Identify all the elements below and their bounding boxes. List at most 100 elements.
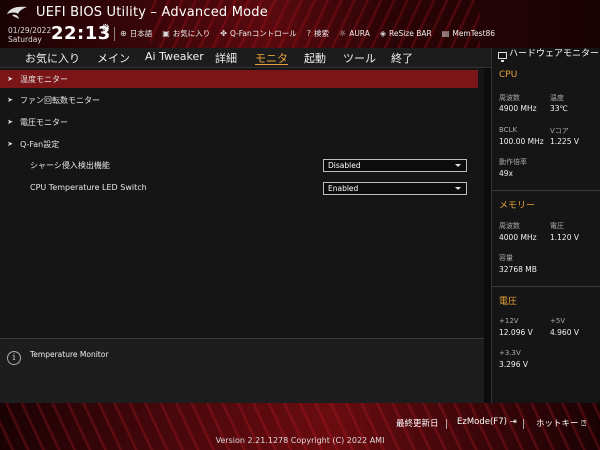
resize-bar-label: ReSize BAR — [389, 29, 432, 38]
v33-label: +3.3V — [499, 349, 521, 357]
tab-exit[interactable]: 終了 — [391, 50, 413, 66]
hotkeys-label: ホットキー — [536, 419, 579, 429]
memory-frequency-label: 周波数 — [499, 222, 520, 230]
memtest-icon: ▤ — [441, 29, 450, 38]
bclk-label: BCLK — [499, 126, 518, 134]
menu-item-voltage-monitor[interactable]: ➤ 電圧モニター — [0, 113, 478, 131]
header-divider — [114, 27, 115, 41]
footer-divider — [446, 419, 447, 429]
chevron-right-icon: ➤ — [7, 118, 13, 126]
resize-bar-icon: ◈ — [379, 29, 387, 38]
toolbar: ⊕ 日本語 ▣ お気に入り ✤ Q-Fanコントロール ? 検索 ☼ AURA … — [120, 28, 495, 39]
chevron-right-icon: ➤ — [7, 75, 13, 83]
menu-item-label: ファン回転数モニター — [20, 95, 100, 105]
hotkeys-button[interactable]: ホットキー ⍰ — [536, 417, 586, 429]
monitor-icon — [498, 52, 507, 62]
help-text: Temperature Monitor — [30, 350, 109, 359]
search-label: 検索 — [314, 29, 330, 38]
copyright-text: Version 2.21.1278 Copyright (C) 2022 AMI — [215, 436, 385, 445]
memory-frequency-value: 4000 MHz — [499, 233, 537, 242]
resize-bar-button[interactable]: ◈ ReSize BAR — [380, 28, 432, 39]
v5-label: +5V — [550, 317, 566, 325]
aura-label: AURA — [349, 29, 370, 38]
chevron-down-icon — [455, 187, 461, 190]
memtest-label: MemTest86 — [452, 29, 496, 38]
favorites-label: お気に入り — [172, 29, 211, 38]
chevron-down-icon — [455, 164, 461, 167]
last-modified-button[interactable]: 最終更新日 — [396, 417, 439, 429]
menu-item-qfan-config[interactable]: ➤ Q-Fan設定 — [0, 135, 478, 153]
memory-section-title: メモリー — [499, 201, 536, 211]
language-label: 日本語 — [129, 29, 153, 38]
chevron-right-icon: ➤ — [7, 140, 13, 148]
cpu-frequency-value: 4900 MHz — [499, 104, 537, 113]
ratio-label: 動作倍率 — [499, 158, 527, 166]
tab-monitor[interactable]: モニタ — [255, 50, 288, 66]
info-icon: i — [7, 351, 21, 365]
rog-logo-icon — [7, 6, 27, 19]
chassis-intrusion-select[interactable]: Disabled — [323, 159, 467, 172]
cpu-frequency-label: 周波数 — [499, 94, 520, 102]
aura-button[interactable]: ☼ AURA — [339, 28, 370, 39]
tab-tool[interactable]: ツール — [343, 50, 376, 66]
menu-item-label: 温度モニター — [20, 74, 68, 84]
memtest-button[interactable]: ▤ MemTest86 — [442, 28, 495, 39]
main-settings-panel: ➤ 温度モニター ➤ ファン回転数モニター ➤ 電圧モニター ➤ Q-Fan設定… — [0, 68, 484, 338]
menu-item-label: 電圧モニター — [20, 117, 68, 127]
fan-icon: ✤ — [220, 29, 227, 38]
cpu-temp-led-label: CPU Temperature LED Switch — [30, 183, 147, 192]
app-title: UEFI BIOS Utility – Advanced Mode — [36, 5, 268, 20]
header-bar: UEFI BIOS Utility – Advanced Mode 01/29/… — [0, 0, 600, 48]
help-box-icon: ⍰ — [581, 419, 587, 429]
globe-icon: ⊕ — [120, 29, 127, 38]
v5-value: 4.960 V — [550, 328, 579, 337]
date-text: 01/29/2022 — [8, 26, 52, 35]
chassis-intrusion-value: Disabled — [328, 161, 361, 170]
tab-boot[interactable]: 起動 — [304, 50, 326, 66]
section-divider — [492, 190, 600, 191]
qfan-control-label: Q-Fanコントロール — [229, 29, 297, 38]
hardware-monitor-title: ハードウェアモニター — [509, 49, 600, 59]
bclk-value: 100.00 MHz — [499, 137, 544, 146]
aura-icon: ☼ — [339, 29, 347, 38]
tab-favorites[interactable]: お気に入り — [25, 50, 80, 66]
memory-capacity-value: 32768 MB — [499, 265, 537, 274]
menu-item-label: Q-Fan設定 — [20, 139, 60, 149]
ratio-value: 49x — [499, 169, 513, 178]
favorites-button[interactable]: ▣ お気に入り — [162, 28, 210, 39]
tab-ai-tweaker[interactable]: Ai Tweaker — [145, 50, 204, 63]
cpu-section-title: CPU — [499, 70, 518, 80]
cpu-temperature-value: 33℃ — [550, 104, 568, 113]
hardware-monitor-panel: ハードウェアモニター CPU 周波数 温度 4900 MHz 33℃ BCLK … — [491, 48, 600, 403]
cpu-temp-led-value: Enabled — [328, 184, 359, 193]
memory-capacity-label: 容量 — [499, 254, 513, 262]
cpu-temp-led-select[interactable]: Enabled — [323, 182, 467, 195]
chevron-right-icon: ➤ — [7, 96, 13, 104]
vcore-label: Vコア — [550, 127, 569, 135]
search-button[interactable]: ? 検索 — [307, 28, 329, 39]
footer-bar: 最終更新日 EzMode(F7) ⇥ ホットキー ⍰ Version 2.21.… — [0, 403, 600, 450]
vcore-value: 1.225 V — [550, 137, 579, 146]
menu-item-fan-speed-monitor[interactable]: ➤ ファン回転数モニター — [0, 91, 478, 109]
favorite-icon: ▣ — [162, 29, 170, 38]
clock-settings-gear-icon[interactable]: ⚙ — [101, 23, 110, 34]
menu-item-temperature-monitor[interactable]: ➤ 温度モニター — [0, 70, 478, 88]
date-display: 01/29/2022 Saturday — [8, 26, 51, 44]
cpu-temperature-label: 温度 — [550, 94, 564, 102]
ezmode-label: EzMode(F7) — [457, 417, 507, 427]
qfan-control-button[interactable]: ✤ Q-Fanコントロール — [220, 28, 297, 39]
exit-arrow-icon: ⇥ — [509, 417, 517, 427]
memory-voltage-value: 1.120 V — [550, 233, 579, 242]
language-button[interactable]: ⊕ 日本語 — [120, 28, 152, 39]
v12-label: +12V — [499, 317, 519, 325]
search-icon: ? — [306, 29, 312, 38]
tab-main[interactable]: メイン — [97, 50, 130, 66]
chassis-intrusion-label: シャーシ侵入検出機能 — [30, 161, 110, 170]
memory-voltage-label: 電圧 — [550, 222, 564, 230]
v33-value: 3.296 V — [499, 360, 528, 369]
ezmode-button[interactable]: EzMode(F7) ⇥ — [457, 417, 517, 427]
day-text: Saturday — [8, 35, 42, 44]
hardware-monitor-header: ハードウェアモニター — [492, 48, 600, 70]
tab-advanced[interactable]: 詳細 — [215, 50, 237, 66]
v12-value: 12.096 V — [499, 328, 533, 337]
